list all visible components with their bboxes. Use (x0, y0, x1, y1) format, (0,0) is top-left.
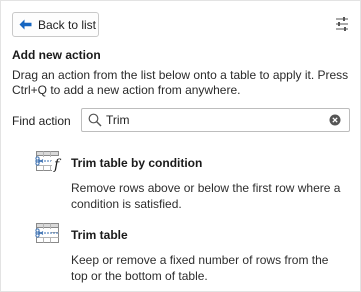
section-heading: Add new action (12, 48, 101, 62)
trim-table-condition-icon: f (35, 151, 63, 173)
find-action-label: Find action (12, 114, 71, 128)
action-item-trim-table-by-condition[interactable]: f Trim table by condition Remove rows ab… (35, 150, 345, 212)
back-to-list-button[interactable]: Back to list (12, 12, 99, 37)
action-title: Trim table by condition (71, 156, 203, 170)
action-item-trim-table[interactable]: Trim table Keep or remove a fixed number… (35, 222, 345, 284)
action-description: Keep or remove a fixed number of rows fr… (71, 253, 329, 283)
action-title: Trim table (71, 228, 128, 242)
settings-sliders-icon[interactable] (334, 16, 350, 32)
trim-table-icon (35, 223, 59, 243)
back-to-list-label: Back to list (38, 17, 97, 32)
find-action-input[interactable] (106, 111, 316, 129)
arrow-left-icon (19, 19, 32, 30)
section-description: Drag an action from the list below onto … (12, 68, 349, 97)
add-action-panel: Back to list Add new action Drag an acti… (0, 0, 361, 292)
action-description: Remove rows above or below the first row… (71, 181, 341, 211)
find-action-field[interactable] (81, 108, 350, 132)
search-icon (88, 113, 102, 127)
clear-search-icon[interactable] (329, 114, 341, 126)
